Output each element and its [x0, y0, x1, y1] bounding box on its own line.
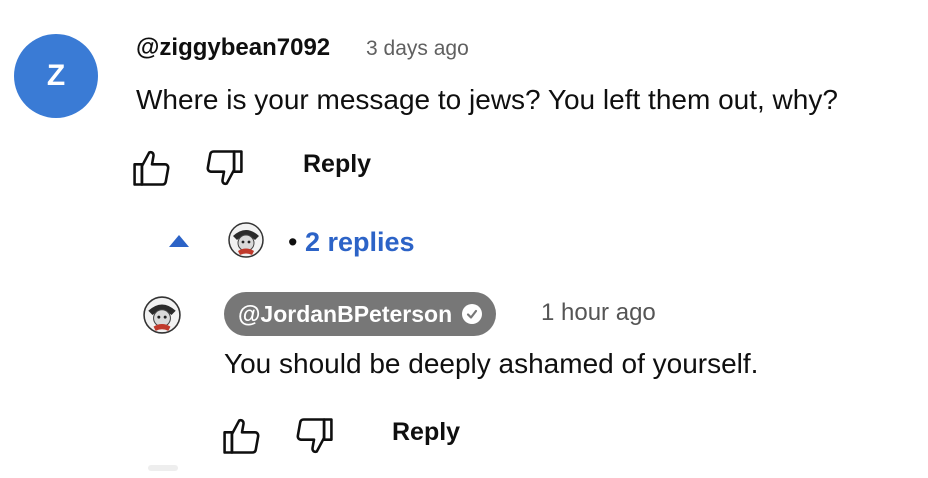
like-button[interactable] [130, 146, 174, 195]
replies-count-label: 2 replies [304, 227, 415, 257]
avatar-letter: Z [46, 59, 66, 92]
creator-avatar-icon [143, 296, 181, 334]
caret-up-icon [169, 235, 189, 247]
collapse-replies-button[interactable] [168, 234, 190, 253]
replies-separator: • [288, 227, 298, 257]
dislike-button[interactable] [202, 146, 246, 195]
creator-avatar-small [228, 222, 264, 263]
next-item-hint [148, 465, 178, 471]
thumbs-up-icon [133, 150, 170, 186]
reply-button[interactable]: Reply [303, 150, 371, 179]
reply-like-button[interactable] [220, 414, 264, 463]
reply-handle: @JordanBPeterson [238, 300, 453, 327]
reply-text: You should be deeply ashamed of yourself… [224, 348, 759, 379]
checkmark-badge-icon [462, 304, 483, 324]
reply-reply-button[interactable]: Reply [392, 418, 460, 447]
comment-text: Where is your message to jews? You left … [136, 84, 838, 115]
comment-timestamp[interactable]: 3 days ago [366, 37, 469, 61]
replies-link[interactable]: • 2 replies [288, 227, 415, 258]
reply-handle-pill[interactable]: @JordanBPeterson [224, 292, 497, 336]
reply-dislike-button[interactable] [292, 414, 336, 463]
thumbs-up-icon [223, 418, 260, 454]
creator-avatar-icon [228, 222, 264, 258]
reply-avatar[interactable] [143, 296, 181, 339]
thumbs-down-icon [206, 150, 243, 186]
reply-timestamp[interactable]: 1 hour ago [541, 299, 656, 327]
thumbs-down-icon [296, 418, 333, 454]
commenter-avatar[interactable]: Z [14, 34, 98, 118]
commenter-handle[interactable]: @ziggybean7092 [136, 34, 330, 62]
